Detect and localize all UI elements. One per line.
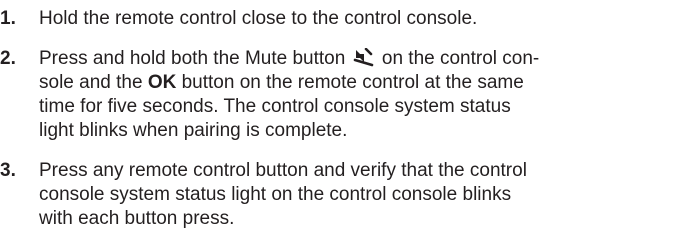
- step-text: Hold the remote control close to the con…: [39, 8, 478, 29]
- mute-icon: [353, 48, 375, 67]
- step-text-line: sole and the OK button on the remote con…: [39, 72, 524, 93]
- step-text: Press and hold both the Mute button on t…: [39, 47, 691, 143]
- step-text: Press any remote control button and veri…: [39, 159, 691, 231]
- step-text-line: console system status light on the contr…: [39, 184, 512, 205]
- step-text-line: Press and hold both the Mute button on t…: [39, 48, 540, 69]
- step-text-line: Press any remote control button and veri…: [39, 160, 527, 181]
- step-text-line: light blinks when pairing is complete.: [39, 120, 348, 141]
- step-number: 3.: [0, 160, 16, 181]
- ok-button-label: OK: [147, 72, 177, 93]
- step-number: 2.: [0, 48, 16, 69]
- instruction-steps: 1. Hold the remote control close to the …: [0, 0, 695, 240]
- step-text-line: with each button press.: [39, 208, 235, 229]
- step-number: 1.: [0, 8, 16, 29]
- step-text-line: time for five seconds. The control conso…: [39, 96, 511, 117]
